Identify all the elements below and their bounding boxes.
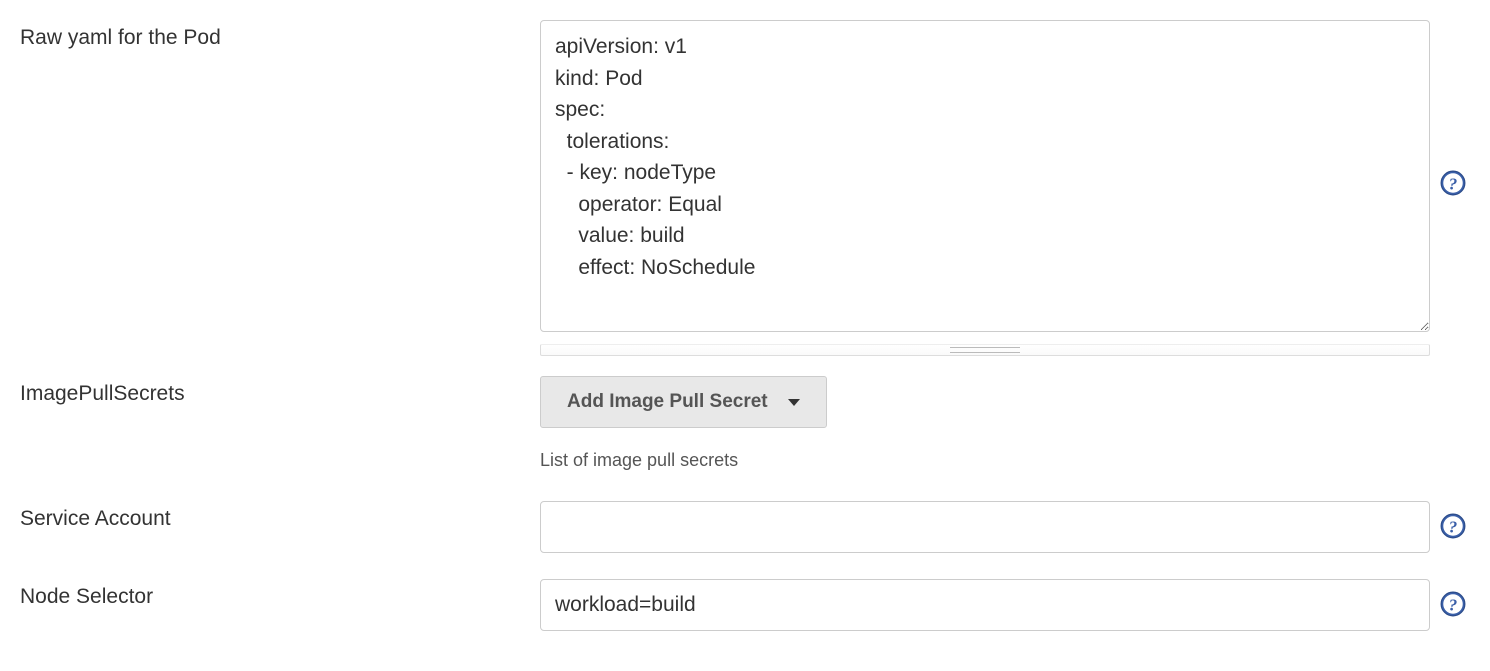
help-icon[interactable]: ? [1440,513,1466,539]
add-image-pull-secret-label: Add Image Pull Secret [567,391,768,413]
image-pull-secrets-label: ImagePullSecrets [20,376,540,406]
raw-yaml-inner [540,20,1430,356]
image-pull-secrets-help-text: List of image pull secrets [540,450,1430,471]
raw-yaml-control: ? [540,20,1470,356]
service-account-control: ? [540,501,1470,553]
raw-yaml-label: Raw yaml for the Pod [20,20,540,50]
service-account-inner [540,501,1430,553]
node-selector-input[interactable] [540,579,1430,631]
svg-text:?: ? [1449,175,1458,194]
svg-text:?: ? [1449,518,1458,537]
service-account-label: Service Account [20,501,540,531]
add-image-pull-secret-button[interactable]: Add Image Pull Secret [540,376,827,428]
raw-yaml-row: Raw yaml for the Pod ? [20,20,1470,356]
node-selector-label: Node Selector [20,579,540,609]
node-selector-control: ? [540,579,1470,631]
image-pull-secrets-control: Add Image Pull Secret List of image pull… [540,376,1470,471]
node-selector-row: Node Selector ? [20,579,1470,631]
resize-handle[interactable] [540,344,1430,356]
service-account-input[interactable] [540,501,1430,553]
image-pull-secrets-inner: Add Image Pull Secret List of image pull… [540,376,1430,471]
image-pull-secrets-row: ImagePullSecrets Add Image Pull Secret L… [20,376,1470,471]
service-account-row: Service Account ? [20,501,1470,553]
help-icon[interactable]: ? [1440,591,1466,617]
help-icon[interactable]: ? [1440,170,1466,196]
node-selector-inner [540,579,1430,631]
raw-yaml-textarea[interactable] [540,20,1430,332]
chevron-down-icon [788,399,800,406]
svg-text:?: ? [1449,596,1458,615]
